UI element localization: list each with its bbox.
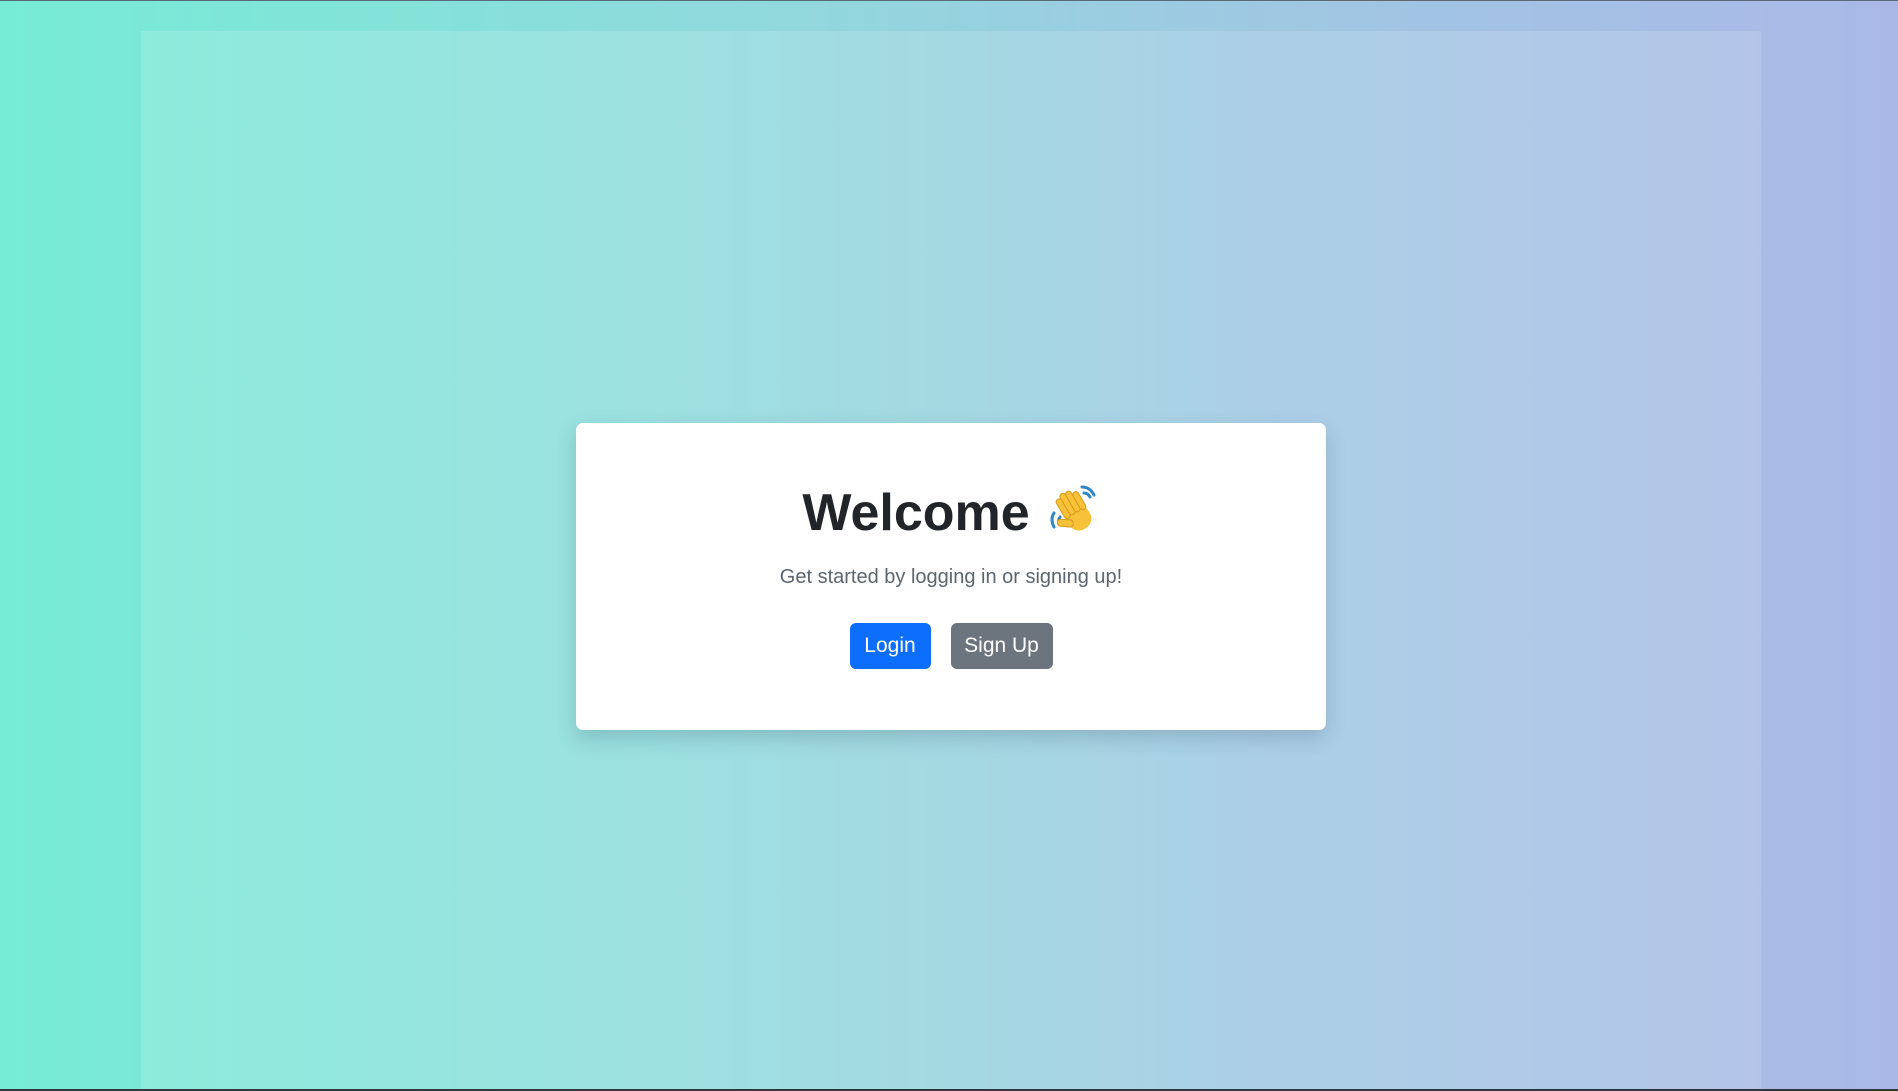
welcome-heading: Welcome [576,483,1326,543]
welcome-title: Welcome [802,484,1030,542]
welcome-subtitle: Get started by logging in or signing up! [779,566,1123,588]
window-top-border [0,0,1898,1]
welcome-card: Welcome Get started by logging in or sig… [576,423,1326,730]
waving-hand-icon [1046,483,1100,537]
auth-actions: Login Sign Up [576,623,1326,669]
login-button[interactable]: Login [849,623,931,669]
signup-button[interactable]: Sign Up [950,623,1053,669]
